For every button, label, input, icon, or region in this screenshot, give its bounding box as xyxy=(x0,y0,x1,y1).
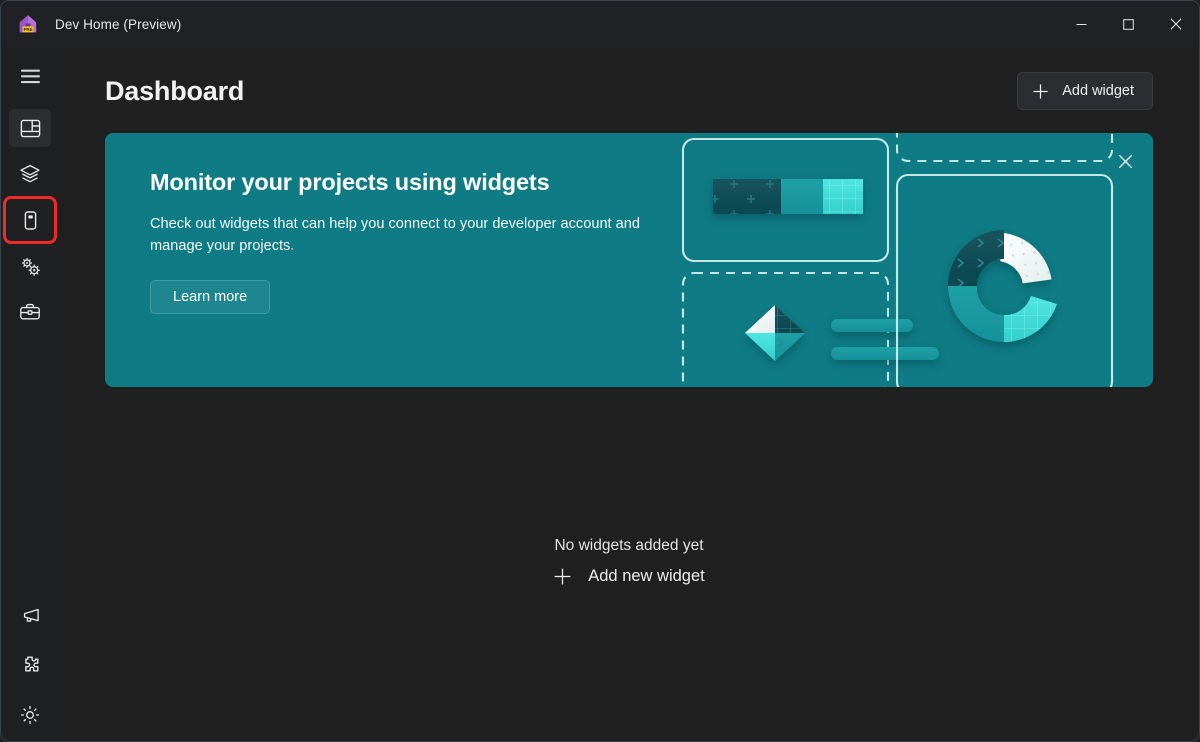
illustration-card-solid xyxy=(681,137,890,263)
window-controls xyxy=(1058,1,1199,47)
maximize-button[interactable] xyxy=(1105,1,1152,47)
puzzle-piece-icon xyxy=(19,654,41,676)
layers-icon xyxy=(19,163,41,185)
banner-close-button[interactable] xyxy=(1111,147,1139,175)
close-icon xyxy=(1118,154,1133,169)
minimize-button[interactable] xyxy=(1058,1,1105,47)
add-widget-label: Add widget xyxy=(1062,83,1134,99)
add-new-widget-button[interactable]: Add new widget xyxy=(543,563,715,590)
sidebar-item-toolbox[interactable] xyxy=(9,293,51,331)
empty-state-title: No widgets added yet xyxy=(554,537,704,554)
title-bar: PRE Dev Home (Preview) xyxy=(1,1,1199,47)
banner-body: Check out widgets that can help you conn… xyxy=(150,216,641,254)
promo-banner: Monitor your projects using widgets Chec… xyxy=(105,133,1153,387)
sidebar-navigation xyxy=(1,47,59,741)
close-button[interactable] xyxy=(1152,1,1199,47)
sidebar-item-environments[interactable] xyxy=(3,196,57,244)
hamburger-icon xyxy=(20,69,40,84)
page-title: Dashboard xyxy=(105,75,245,106)
sidebar-item-settings[interactable] xyxy=(9,696,51,734)
sidebar-item-feedback[interactable] xyxy=(9,596,51,634)
dashboard-grid-icon xyxy=(20,118,41,139)
sidebar-item-dashboard[interactable] xyxy=(9,109,51,147)
logo-badge-text: PRE xyxy=(24,27,33,32)
illustration-diamond xyxy=(745,305,805,361)
sidebar-item-extensions[interactable] xyxy=(9,646,51,684)
page-header: Dashboard Add widget xyxy=(105,67,1153,115)
empty-state: No widgets added yet Add new widget xyxy=(59,537,1199,590)
sidebar-item-machine-configuration[interactable] xyxy=(9,155,51,193)
app-window: PRE Dev Home (Preview) Dashboard Add wid… xyxy=(0,0,1200,742)
gears-icon xyxy=(19,255,42,278)
add-widget-button[interactable]: Add widget xyxy=(1017,72,1153,110)
gear-icon xyxy=(19,704,41,726)
banner-text-block: Monitor your projects using widgets Chec… xyxy=(150,169,690,314)
banner-heading: Monitor your projects using widgets xyxy=(150,169,550,195)
app-title: Dev Home (Preview) xyxy=(55,16,182,32)
banner-illustration xyxy=(673,133,1153,387)
donut-chart-illustration xyxy=(948,230,1057,342)
main-content: Dashboard Add widget Monitor your projec… xyxy=(59,47,1199,741)
plus-icon xyxy=(553,567,572,586)
plus-icon xyxy=(1032,83,1049,100)
toolbox-icon xyxy=(19,301,41,323)
app-logo-icon: PRE xyxy=(17,13,39,35)
sidebar-hamburger-button[interactable] xyxy=(9,57,51,95)
sidebar-item-utilities[interactable] xyxy=(9,247,51,285)
add-new-widget-label: Add new widget xyxy=(588,567,705,585)
device-icon xyxy=(20,210,41,231)
illustration-card-dashed-left xyxy=(681,271,939,387)
megaphone-icon xyxy=(19,604,41,626)
learn-more-button[interactable]: Learn more xyxy=(150,279,271,314)
illustration-card-dashed-right xyxy=(895,133,1114,163)
